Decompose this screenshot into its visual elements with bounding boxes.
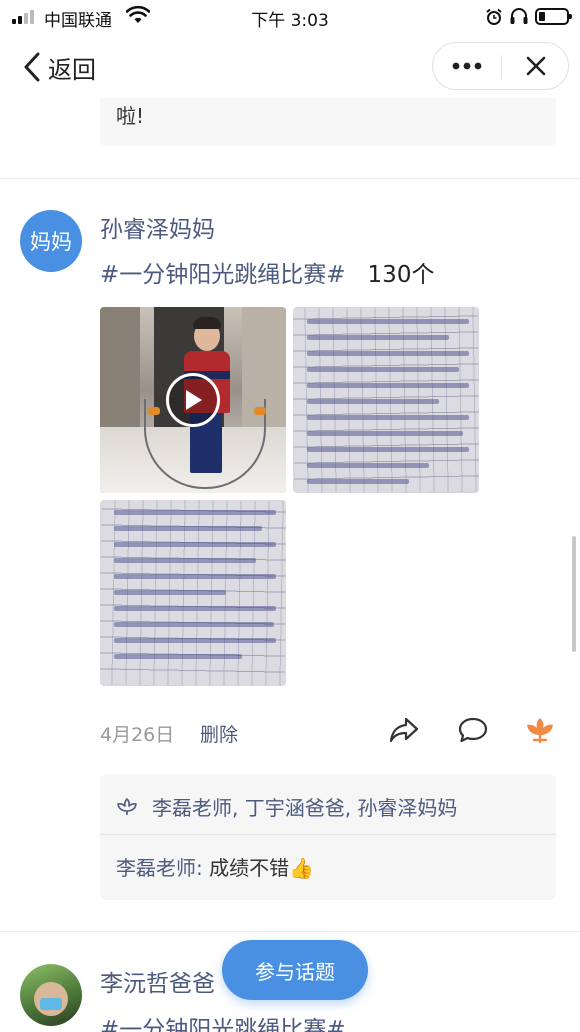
status-bar: 中国联通 下午 3:03	[0, 0, 580, 34]
comment-button[interactable]	[455, 712, 491, 748]
avatar[interactable]: 妈妈	[20, 210, 82, 272]
back-label: 返回	[48, 55, 96, 84]
post-text: 130个	[367, 262, 435, 288]
essay-image-1[interactable]	[293, 307, 479, 493]
previous-post-text: 啦!	[116, 104, 145, 128]
share-icon	[389, 717, 419, 743]
post-divider-2	[0, 931, 580, 932]
more-button[interactable]	[433, 43, 501, 89]
headphones-icon	[510, 8, 528, 24]
chevron-left-icon	[24, 52, 40, 82]
flower-outline-icon	[117, 797, 137, 815]
post-author[interactable]: 孙睿泽妈妈	[100, 210, 215, 244]
navigation-bar: 返回	[0, 34, 580, 100]
post-date: 4月26日	[100, 724, 175, 746]
comment-text: 成绩不错	[209, 856, 290, 880]
post-divider	[0, 178, 580, 179]
flower-like-icon	[527, 718, 553, 744]
interaction-divider	[100, 834, 556, 835]
next-post-author[interactable]: 李沅哲爸爸	[100, 964, 215, 998]
essay-image-2[interactable]	[100, 500, 286, 686]
battery-icon	[535, 8, 572, 25]
like-list: 李磊老师, 丁宇涵爸爸, 孙睿泽妈妈	[116, 792, 457, 821]
post-content: #一分钟阳光跳绳比赛# 130个	[100, 255, 434, 289]
back-button[interactable]: 返回	[22, 50, 96, 84]
close-button[interactable]	[502, 43, 569, 89]
topic-hashtag[interactable]: #一分钟阳光跳绳比赛#	[100, 262, 346, 288]
next-post-avatar[interactable]	[20, 964, 82, 1026]
interaction-box: 李磊老师, 丁宇涵爸爸, 孙睿泽妈妈 李磊老师: 成绩不错👍	[100, 774, 556, 900]
delete-link[interactable]: 删除	[200, 720, 238, 747]
next-post-topic[interactable]: #一分钟阳光跳绳比赛#	[100, 1010, 346, 1032]
thumbs-up-emoji: 👍	[289, 856, 315, 880]
more-dots-icon	[452, 62, 482, 70]
play-icon[interactable]	[166, 373, 220, 427]
liked-by-names[interactable]: 李磊老师, 丁宇涵爸爸, 孙睿泽妈妈	[152, 792, 457, 821]
comment-author[interactable]: 李磊老师:	[116, 856, 203, 880]
comment-bubble-icon	[458, 717, 488, 743]
video-thumbnail[interactable]	[100, 307, 286, 493]
comment-item[interactable]: 李磊老师: 成绩不错👍	[116, 852, 314, 881]
join-topic-button[interactable]: 参与话题	[222, 940, 368, 1000]
share-button[interactable]	[386, 712, 422, 748]
scrollbar[interactable]	[572, 536, 576, 652]
miniprogram-capsule	[432, 42, 569, 90]
alarm-icon	[486, 8, 502, 25]
close-icon	[526, 56, 545, 76]
previous-post-text-card: 啦!	[100, 98, 556, 146]
like-button[interactable]	[522, 712, 558, 748]
